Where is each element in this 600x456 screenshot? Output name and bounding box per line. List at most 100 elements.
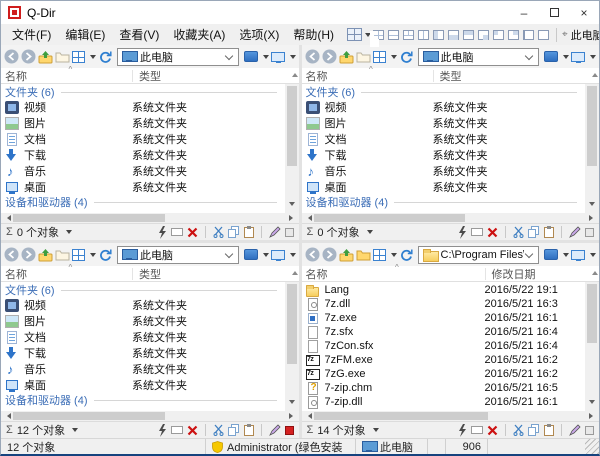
folder-row[interactable]: 音乐 系统文件夹 <box>1 361 285 377</box>
file-row[interactable]: 7z.sfx 2016/5/21 16:4 <box>302 325 586 339</box>
copy-icon[interactable] <box>227 424 240 436</box>
quick-action-icon[interactable] <box>157 225 167 239</box>
layout-option-icon[interactable] <box>508 29 519 40</box>
file-row[interactable]: 7z.dll 2016/5/21 16:3 <box>302 297 586 311</box>
column-divider[interactable] <box>484 267 486 280</box>
horizontal-scrollbar[interactable] <box>301 213 599 223</box>
edit-pen-icon[interactable] <box>268 226 281 238</box>
chevron-down-icon[interactable] <box>224 51 233 60</box>
back-icon[interactable] <box>305 49 320 64</box>
pane-target-icon[interactable] <box>571 249 585 261</box>
scroll-right-icon[interactable] <box>288 413 296 419</box>
layout-option-icon[interactable] <box>538 29 549 40</box>
delete-icon[interactable] <box>487 425 498 436</box>
layout-option-icon[interactable] <box>418 29 429 40</box>
view-mode-icon[interactable] <box>372 50 386 63</box>
folder-row[interactable]: 文档 系统文件夹 <box>1 329 285 345</box>
scroll-thumb[interactable] <box>313 214 466 222</box>
delete-icon[interactable] <box>187 425 198 436</box>
edit-pen-icon[interactable] <box>569 424 581 436</box>
resize-grip[interactable] <box>585 439 599 454</box>
copy-icon[interactable] <box>528 424 540 436</box>
scroll-thumb[interactable] <box>587 284 597 344</box>
column-name[interactable]: 名称 ^ <box>5 65 132 84</box>
refresh-icon[interactable] <box>399 248 413 262</box>
scroll-up-icon[interactable] <box>291 268 298 275</box>
layout-dropdown-caret[interactable] <box>365 32 371 40</box>
file-row[interactable]: 7zG.exe 2016/5/21 16:2 <box>302 367 586 381</box>
folder-row[interactable]: 音乐 系统文件夹 <box>302 163 586 179</box>
folder-icon[interactable] <box>356 50 371 63</box>
view-mode-caret[interactable] <box>90 252 96 260</box>
quick-action-icon[interactable] <box>457 225 467 239</box>
vertical-scrollbar[interactable] <box>585 282 599 411</box>
chevron-down-icon[interactable] <box>224 249 233 258</box>
scroll-up-icon[interactable] <box>592 268 598 275</box>
address-bar[interactable]: 此电脑 <box>417 47 539 66</box>
up-icon[interactable] <box>38 248 53 262</box>
rename-icon[interactable] <box>170 228 183 236</box>
scroll-up-icon[interactable] <box>291 70 298 77</box>
close-button[interactable]: × <box>569 1 599 24</box>
pane-select-caret[interactable] <box>262 54 269 62</box>
cut-icon[interactable] <box>513 424 524 436</box>
file-row[interactable]: 7zCon.sfx 2016/5/21 16:4 <box>302 339 586 353</box>
folder-row[interactable]: 下载 系统文件夹 <box>302 147 586 163</box>
pane-indicator-icon[interactable] <box>585 425 594 435</box>
layout-option-icon[interactable] <box>523 29 534 40</box>
pane-target-icon[interactable] <box>571 51 585 63</box>
view-mode-icon[interactable] <box>72 248 85 261</box>
layout-option-icon[interactable] <box>433 29 444 40</box>
rename-icon[interactable] <box>170 426 183 434</box>
scroll-left-icon[interactable] <box>4 413 11 419</box>
file-row[interactable]: 7-zip.chm 2016/5/21 16:5 <box>302 381 586 395</box>
group-header[interactable]: 设备和驱动器 (4) <box>302 195 586 209</box>
file-row[interactable]: Lang 2016/5/22 19:1 <box>302 283 586 297</box>
refresh-icon[interactable] <box>98 50 112 64</box>
count-caret[interactable] <box>372 428 379 435</box>
pane-select-icon[interactable] <box>243 249 258 260</box>
cut-icon[interactable] <box>213 424 224 436</box>
layout-option-icon[interactable] <box>448 29 459 40</box>
column-type[interactable]: 类型 <box>139 68 161 84</box>
quick-action-icon[interactable] <box>457 423 467 437</box>
pane-target-caret[interactable] <box>289 252 296 260</box>
pane-select-caret[interactable] <box>262 252 269 260</box>
scroll-up-icon[interactable] <box>592 70 598 77</box>
folder-row[interactable]: 桌面 系统文件夹 <box>1 179 285 195</box>
group-header[interactable]: 文件夹 (6) <box>1 283 285 297</box>
menu-file[interactable]: 文件(F) <box>5 24 58 45</box>
paste-icon[interactable] <box>544 424 554 436</box>
edit-pen-icon[interactable] <box>268 424 281 436</box>
column-divider[interactable] <box>432 69 434 82</box>
quick-action-icon[interactable] <box>157 423 167 437</box>
folder-icon[interactable] <box>55 248 70 261</box>
pane-target-caret[interactable] <box>590 252 596 260</box>
layout-grid-icon[interactable] <box>347 28 362 41</box>
column-divider[interactable] <box>132 267 133 280</box>
scroll-thumb[interactable] <box>286 86 297 166</box>
scroll-left-icon[interactable] <box>305 215 312 221</box>
horizontal-scrollbar[interactable] <box>301 411 599 421</box>
paste-icon[interactable] <box>243 424 254 436</box>
back-icon[interactable] <box>4 247 19 262</box>
menu-favorites[interactable]: 收藏夹(A) <box>166 24 232 45</box>
file-row[interactable]: 7-zip.dll 2016/5/21 16:1 <box>302 395 586 409</box>
cut-icon[interactable] <box>213 226 224 238</box>
pane-select-icon[interactable] <box>544 51 558 62</box>
forward-icon[interactable] <box>21 49 36 64</box>
vertical-scrollbar[interactable] <box>585 84 599 213</box>
folder-row[interactable]: 图片 系统文件夹 <box>1 313 285 329</box>
up-icon[interactable] <box>339 50 354 64</box>
refresh-icon[interactable] <box>98 248 112 262</box>
folder-row[interactable]: 下载 系统文件夹 <box>1 345 285 361</box>
column-name[interactable]: 名称 ^ <box>306 65 433 84</box>
group-header[interactable]: 设备和驱动器 (4) <box>1 393 285 407</box>
view-mode-icon[interactable] <box>372 248 386 261</box>
copy-icon[interactable] <box>528 226 540 238</box>
pane-target-icon[interactable] <box>270 51 285 63</box>
toolbar-address-label[interactable]: 此电脑 <box>571 27 599 43</box>
view-mode-caret[interactable] <box>90 54 96 62</box>
layout-option-icon[interactable] <box>373 29 384 40</box>
address-bar[interactable]: C:\Program Files\7-Zip <box>417 245 539 264</box>
